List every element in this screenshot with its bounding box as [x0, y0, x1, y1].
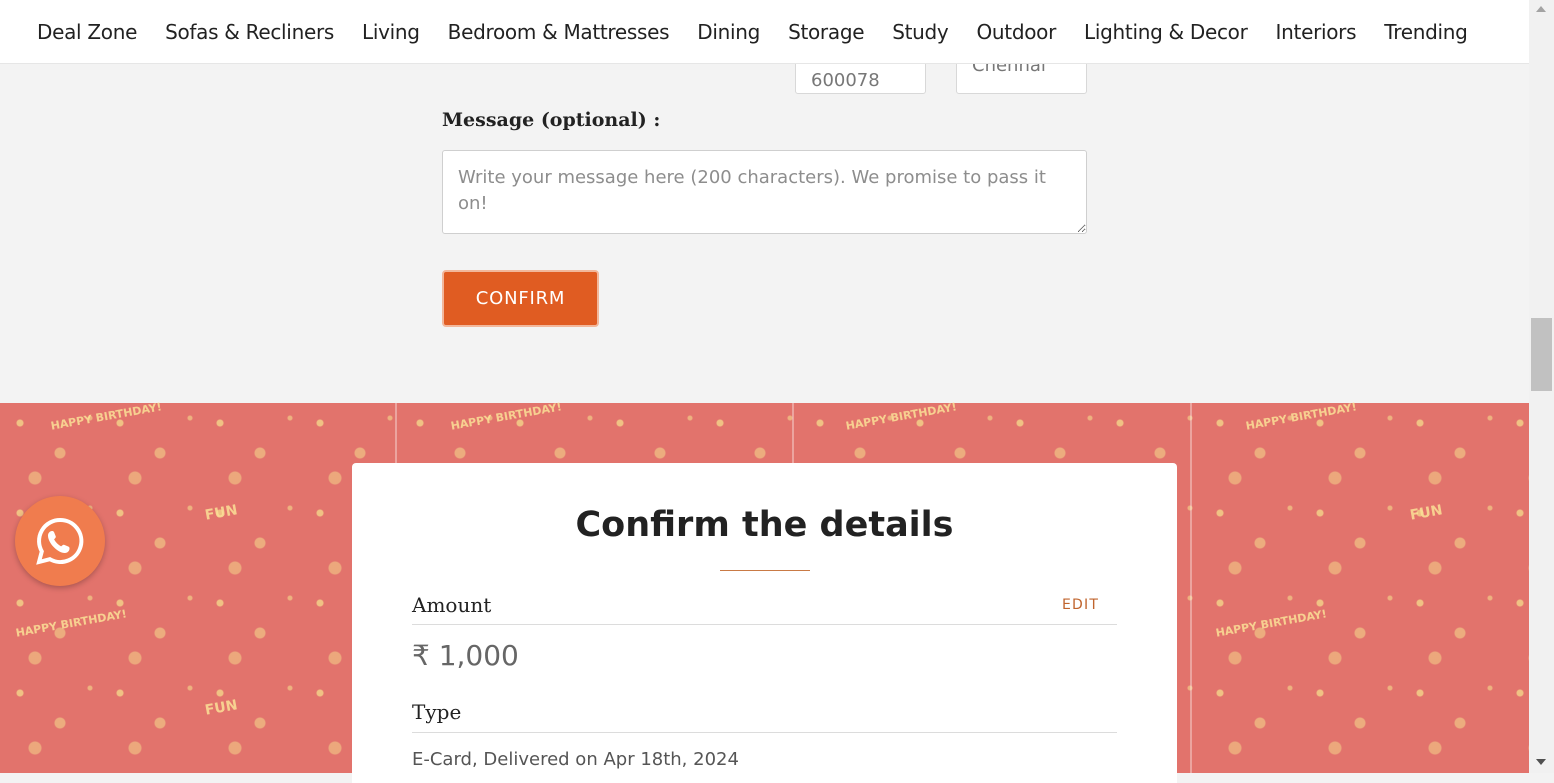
pattern-text: HAPPY BIRTHDAY! [1214, 607, 1328, 640]
row-divider [412, 624, 1117, 625]
nav-item-interiors[interactable]: Interiors [1276, 20, 1357, 44]
nav-item-dining[interactable]: Dining [697, 20, 760, 44]
scroll-up-icon[interactable] [1536, 6, 1546, 12]
nav-item-lighting-decor[interactable]: Lighting & Decor [1084, 20, 1248, 44]
whatsapp-icon [36, 517, 84, 565]
pattern-text: HAPPY BIRTHDAY! [449, 400, 563, 433]
nav-item-study[interactable]: Study [892, 20, 949, 44]
message-label: Message (optional) : [442, 109, 661, 131]
type-label: Type [412, 700, 462, 724]
scroll-down-icon[interactable] [1536, 759, 1546, 765]
nav-item-deal-zone[interactable]: Deal Zone [37, 20, 137, 44]
pattern-seam [1190, 403, 1192, 773]
pattern-text: HAPPY BIRTHDAY! [14, 607, 128, 640]
pattern-fun-text: FUN [203, 697, 239, 719]
page-title: Confirm the details [575, 505, 954, 545]
row-divider [412, 732, 1117, 733]
whatsapp-button[interactable] [15, 496, 105, 586]
nav-item-storage[interactable]: Storage [788, 20, 864, 44]
scrollbar-thumb[interactable] [1531, 318, 1552, 391]
message-input[interactable] [442, 150, 1087, 234]
nav-item-outdoor[interactable]: Outdoor [976, 20, 1056, 44]
gift-card-form: 600078 Chennai Message (optional) : CONF… [0, 54, 1529, 403]
pattern-fun-text: FUN [1408, 502, 1444, 524]
confirm-details-card: Confirm the details Amount EDIT ₹ 1,000 … [352, 463, 1177, 783]
main-nav: Deal Zone Sofas & Recliners Living Bedro… [0, 0, 1529, 64]
amount-value: ₹ 1,000 [412, 639, 519, 672]
pattern-text: HAPPY BIRTHDAY! [1244, 400, 1358, 433]
nav-item-bedroom-mattresses[interactable]: Bedroom & Mattresses [448, 20, 670, 44]
pattern-text: HAPPY BIRTHDAY! [49, 400, 163, 433]
nav-item-trending[interactable]: Trending [1384, 20, 1468, 44]
confirm-button[interactable]: CONFIRM [442, 270, 599, 327]
type-value: E-Card, Delivered on Apr 18th, 2024 [412, 749, 739, 770]
pattern-fun-text: FUN [203, 502, 239, 524]
nav-item-living[interactable]: Living [362, 20, 420, 44]
edit-amount-link[interactable]: EDIT [1062, 597, 1099, 613]
pattern-text: HAPPY BIRTHDAY! [844, 400, 958, 433]
amount-label: Amount [412, 593, 492, 617]
nav-item-sofas-recliners[interactable]: Sofas & Recliners [165, 20, 334, 44]
title-divider [720, 570, 810, 571]
